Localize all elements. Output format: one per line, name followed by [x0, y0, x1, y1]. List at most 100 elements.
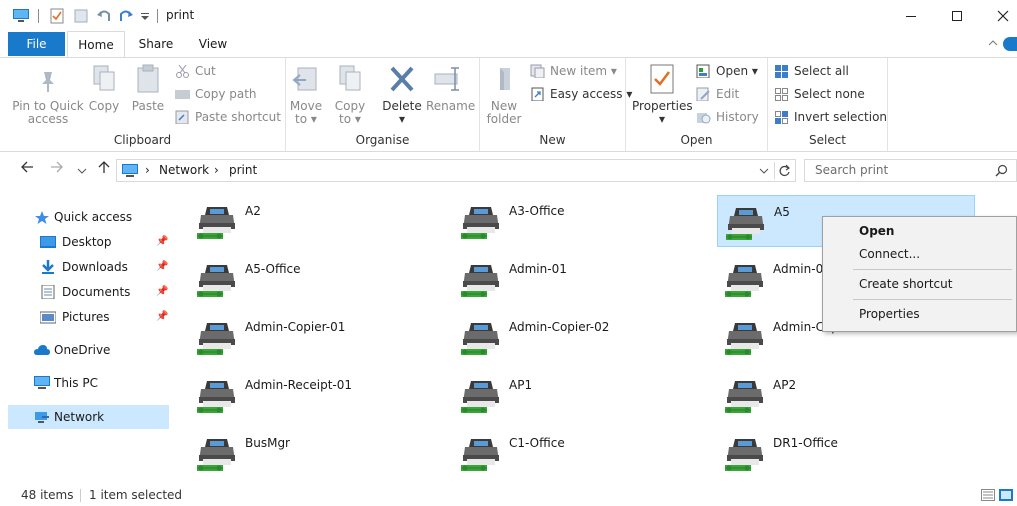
- pin-quick-access-button[interactable]: Pin to Quick access: [12, 62, 84, 126]
- customize-toolbar-icon[interactable]: [140, 8, 150, 24]
- pin-icon[interactable]: 📌: [156, 305, 168, 329]
- recent-locations-button[interactable]: [77, 162, 87, 180]
- search-box[interactable]: Search print: [804, 159, 1017, 182]
- pin-icon: [42, 72, 54, 92]
- redo-icon[interactable]: [118, 8, 134, 24]
- printer-item[interactable]: A5-Office: [189, 253, 447, 305]
- open-dropdown-button[interactable]: Open ▾: [696, 61, 758, 81]
- new-item-button[interactable]: New item ▾: [530, 61, 617, 81]
- details-view-icon[interactable]: [981, 489, 995, 501]
- printer-item[interactable]: C1-Office: [453, 427, 711, 479]
- select-none-button[interactable]: Select none: [774, 84, 865, 104]
- minimize-button[interactable]: [888, 0, 934, 31]
- breadcrumb-network[interactable]: Network: [159, 163, 209, 177]
- rename-button[interactable]: Rename: [426, 62, 475, 113]
- computer-icon[interactable]: [12, 8, 30, 24]
- large-icons-view-icon[interactable]: [999, 489, 1013, 501]
- sidebar-item-this-pc[interactable]: This PC: [8, 371, 169, 395]
- properties-check-icon[interactable]: [50, 8, 64, 24]
- maximize-button[interactable]: [934, 0, 980, 31]
- printer-icon: [457, 377, 505, 417]
- address-dropdown-icon[interactable]: [759, 167, 769, 175]
- up-button[interactable]: [97, 160, 111, 178]
- tab-file[interactable]: File: [8, 32, 65, 56]
- copy-path-button[interactable]: Copy path: [175, 84, 257, 104]
- history-button[interactable]: History: [696, 107, 759, 127]
- delete-x-icon: [390, 66, 414, 92]
- printer-item[interactable]: Admin-01: [453, 253, 711, 305]
- printer-item[interactable]: Admin-Receipt-01: [189, 369, 447, 421]
- search-icon[interactable]: [995, 164, 1008, 177]
- copy-path-icon: [175, 90, 190, 99]
- context-properties[interactable]: Properties: [859, 307, 920, 321]
- cut-button[interactable]: Cut: [175, 61, 216, 81]
- sidebar-item-desktop[interactable]: Desktop 📌: [8, 230, 169, 254]
- easy-access-icon: [531, 87, 544, 101]
- help-icon[interactable]: [1003, 37, 1017, 51]
- copy-to-button[interactable]: Copy to ▾: [332, 62, 368, 126]
- printer-item[interactable]: AP2: [717, 369, 975, 421]
- documents-icon: [41, 285, 55, 299]
- printer-item[interactable]: DR1-Office: [717, 427, 975, 479]
- back-button[interactable]: [20, 160, 34, 178]
- properties-icon: [650, 64, 674, 94]
- refresh-icon[interactable]: [778, 164, 791, 177]
- chevron-down-icon: [77, 168, 87, 174]
- close-button[interactable]: [980, 0, 1017, 31]
- printer-item[interactable]: AP1: [453, 369, 711, 421]
- edit-button[interactable]: Edit: [696, 84, 739, 104]
- tab-share[interactable]: Share: [129, 31, 183, 57]
- pin-icon[interactable]: 📌: [156, 280, 168, 304]
- context-create-shortcut[interactable]: Create shortcut: [859, 277, 952, 291]
- tab-view[interactable]: View: [187, 31, 239, 57]
- paste-button[interactable]: Paste: [128, 62, 168, 113]
- status-separator: [80, 489, 81, 502]
- pin-icon[interactable]: 📌: [156, 255, 168, 279]
- delete-button[interactable]: Delete ▾: [382, 62, 422, 126]
- collapse-ribbon-icon[interactable]: [988, 38, 998, 46]
- sidebar-item-onedrive[interactable]: OneDrive: [8, 338, 169, 362]
- context-open[interactable]: Open: [859, 224, 894, 238]
- cloud-icon: [34, 345, 50, 355]
- forward-button[interactable]: [50, 160, 64, 178]
- folder-icon: [500, 68, 510, 90]
- sidebar-item-documents[interactable]: Documents 📌: [8, 280, 169, 304]
- title-bar: print: [0, 0, 1017, 31]
- select-all-button[interactable]: Select all: [774, 61, 849, 81]
- new-folder-icon[interactable]: [74, 8, 88, 24]
- copy-button[interactable]: Copy: [86, 62, 122, 113]
- printer-item[interactable]: A2: [189, 195, 447, 247]
- sidebar-item-network[interactable]: Network: [8, 405, 169, 429]
- properties-button[interactable]: Properties ▾: [632, 62, 693, 126]
- sidebar-item-downloads[interactable]: Downloads 📌: [8, 255, 169, 279]
- sidebar-item-quick-access[interactable]: Quick access: [8, 205, 169, 229]
- new-folder-button[interactable]: New folder: [484, 62, 524, 126]
- open-label: Open: [680, 133, 713, 147]
- printer-icon: [721, 435, 769, 475]
- invert-selection-button[interactable]: Invert selection: [774, 107, 887, 127]
- breadcrumb-print[interactable]: print: [229, 163, 257, 177]
- edit-icon: [696, 87, 710, 101]
- printer-item[interactable]: Admin-Copier-02: [453, 311, 711, 363]
- computer-icon: [122, 164, 138, 177]
- printer-icon: [457, 203, 505, 243]
- sidebar-item-pictures[interactable]: Pictures 📌: [8, 305, 169, 329]
- navigation-pane: Quick access Desktop 📌 Downloads 📌 Docum…: [0, 190, 175, 484]
- printer-icon: [193, 319, 241, 359]
- printer-icon: [457, 261, 505, 301]
- breadcrumb-chevron-icon[interactable]: ›: [214, 163, 219, 177]
- breadcrumb-chevron-icon[interactable]: ›: [145, 163, 150, 177]
- printer-icon: [721, 319, 769, 359]
- paste-shortcut-button[interactable]: Paste shortcut: [175, 107, 281, 127]
- address-bar[interactable]: › Network › print: [116, 159, 796, 182]
- undo-icon[interactable]: [96, 8, 112, 24]
- tab-home[interactable]: Home: [67, 31, 125, 58]
- move-to-button[interactable]: Move to ▾: [288, 62, 324, 126]
- pin-icon[interactable]: 📌: [156, 230, 168, 254]
- printer-item[interactable]: Admin-Copier-01: [189, 311, 447, 363]
- search-input[interactable]: Search print: [815, 163, 888, 177]
- printer-item[interactable]: BusMgr: [189, 427, 447, 479]
- easy-access-button[interactable]: Easy access ▾: [530, 84, 632, 104]
- context-connect[interactable]: Connect...: [859, 247, 920, 261]
- printer-item[interactable]: A3-Office: [453, 195, 711, 247]
